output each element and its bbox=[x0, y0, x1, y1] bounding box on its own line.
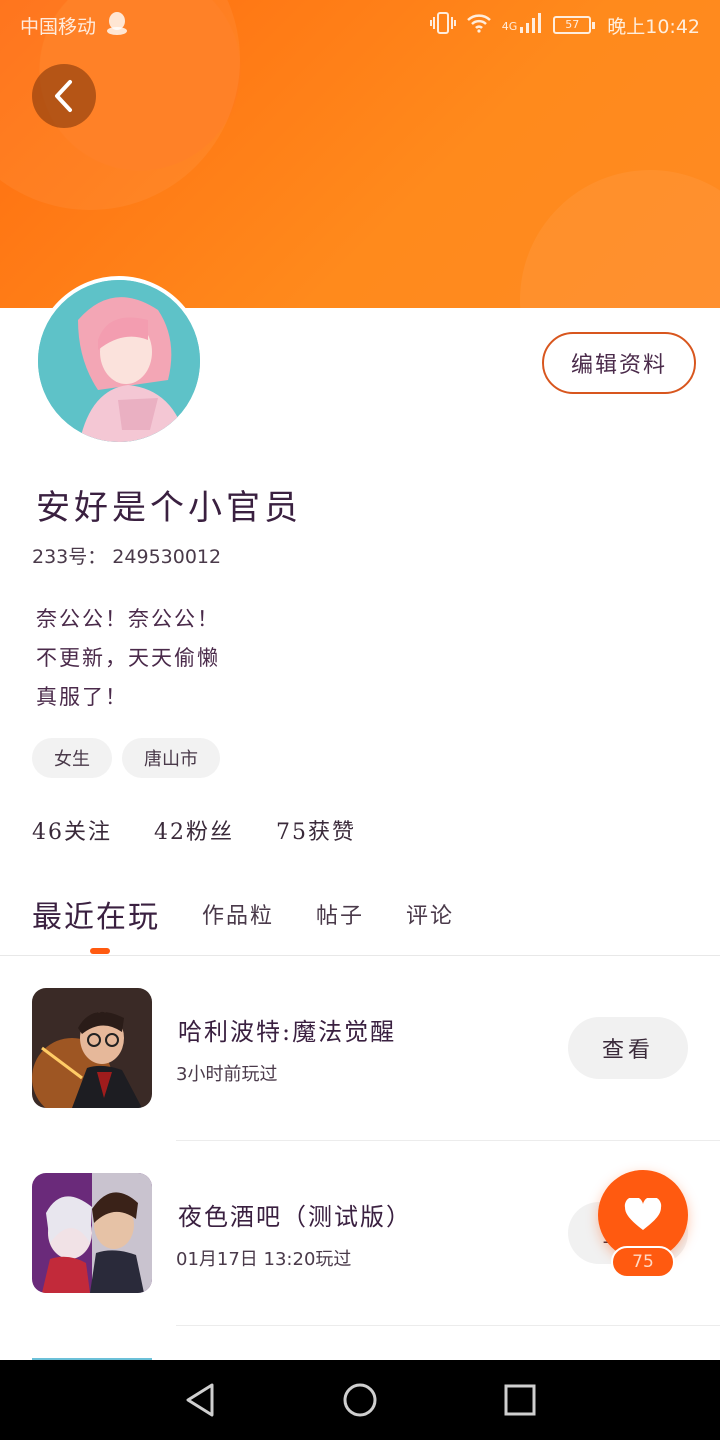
tab-comments[interactable]: 评论 bbox=[406, 884, 454, 930]
bio-line: 真服了！ bbox=[36, 685, 128, 709]
game-thumbnail[interactable] bbox=[32, 1173, 152, 1293]
vibrate-icon bbox=[429, 11, 456, 39]
clock-label: 晚上10:42 bbox=[607, 15, 700, 38]
view-button[interactable]: 查看 bbox=[568, 1017, 688, 1079]
square-recents-icon bbox=[504, 1384, 536, 1416]
tab-recently-played[interactable]: 最近在玩 bbox=[32, 884, 160, 954]
circle-home-icon bbox=[343, 1383, 377, 1417]
followers-count[interactable]: 42粉丝 bbox=[154, 814, 234, 846]
profile-bio: 奈公公！奈公公！ 不更新，天天偷懒 真服了！ bbox=[36, 600, 220, 717]
game-last-played: 3小时前玩过 bbox=[176, 1064, 278, 1085]
following-count[interactable]: 46关注 bbox=[32, 814, 112, 846]
carrier-label: 中国移动 bbox=[20, 15, 97, 38]
back-button[interactable] bbox=[32, 64, 96, 128]
game-last-played: 01月17日 13:20玩过 bbox=[176, 1249, 352, 1270]
network-label: 4G bbox=[501, 19, 518, 33]
bio-line: 不更新，天天偷懒 bbox=[36, 646, 220, 670]
recently-played-list: 哈利波特:魔法觉醒 3小时前玩过 查看 夜色酒吧（测试版） 01月17日 13:… bbox=[0, 956, 720, 1326]
nav-home-button[interactable] bbox=[330, 1370, 390, 1430]
like-count-badge: 75 bbox=[611, 1246, 675, 1278]
tab-works[interactable]: 作品粒 bbox=[202, 884, 274, 930]
profile-tabs: 最近在玩 作品粒 帖子 评论 bbox=[0, 884, 720, 956]
tab-posts[interactable]: 帖子 bbox=[316, 884, 364, 930]
triangle-back-icon bbox=[186, 1383, 214, 1417]
game-thumbnail[interactable] bbox=[32, 988, 152, 1108]
status-bar: 中国移动 4G 57 晚上10:42 bbox=[0, 0, 720, 50]
wifi-icon bbox=[466, 13, 492, 38]
qq-icon bbox=[106, 11, 128, 40]
profile-name: 安好是个小官员 bbox=[36, 488, 302, 528]
bio-line: 奈公公！奈公公！ bbox=[36, 607, 220, 631]
list-item[interactable]: 哈利波特:魔法觉醒 3小时前玩过 查看 bbox=[0, 956, 720, 1141]
system-navigation-bar bbox=[0, 1360, 720, 1440]
profile-tags: 女生 唐山市 bbox=[32, 738, 220, 778]
likes-count[interactable]: 75获赞 bbox=[276, 814, 356, 846]
gender-tag: 女生 bbox=[32, 738, 112, 778]
profile-uid: 233号： 249530012 bbox=[32, 546, 222, 568]
nav-back-button[interactable] bbox=[170, 1370, 230, 1430]
game-title: 夜色酒吧（测试版） bbox=[178, 1203, 412, 1231]
battery-icon: 57 bbox=[553, 16, 596, 34]
city-tag: 唐山市 bbox=[122, 738, 220, 778]
signal-icon bbox=[519, 12, 543, 39]
nav-recents-button[interactable] bbox=[490, 1370, 550, 1430]
heart-icon bbox=[624, 1198, 662, 1230]
edit-profile-button[interactable]: 编辑资料 bbox=[542, 332, 696, 394]
divider bbox=[176, 1325, 720, 1326]
avatar[interactable] bbox=[34, 276, 204, 446]
chevron-left-icon bbox=[55, 80, 72, 112]
profile-stats: 46关注 42粉丝 75获赞 bbox=[32, 814, 356, 846]
game-title: 哈利波特:魔法觉醒 bbox=[178, 1018, 397, 1046]
